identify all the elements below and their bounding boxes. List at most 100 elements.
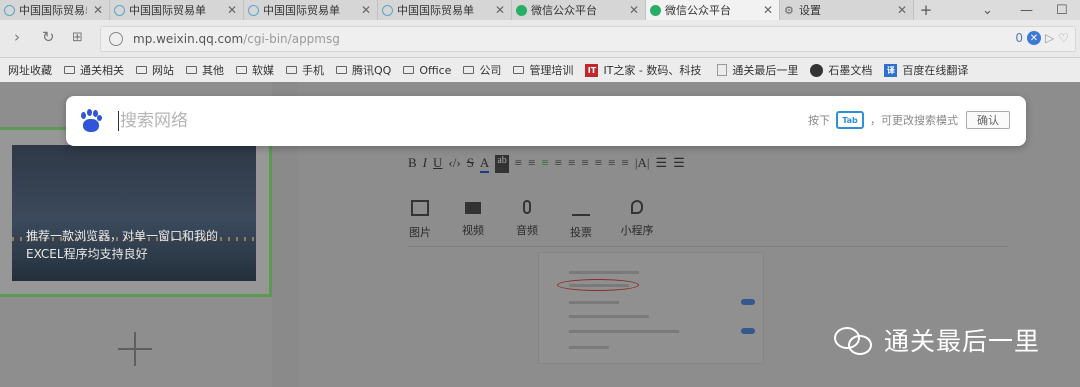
miniprogram-icon [631, 200, 643, 214]
bookmark-folder[interactable]: 软媒 [236, 62, 274, 78]
highlight-button[interactable]: ab [495, 155, 509, 173]
bookmark-folder[interactable]: 网站 [136, 62, 174, 78]
folder-icon [186, 66, 197, 74]
insert-video-button[interactable]: 视频 [443, 200, 503, 238]
watermark: 通关最后一里 [834, 322, 1040, 358]
favorite-heart-icon[interactable]: ♡ [1058, 31, 1069, 45]
bookmark-folder[interactable]: 公司 [463, 62, 501, 78]
bookmark-item[interactable]: IT IT之家 - 数码、科技 [585, 62, 701, 78]
code-button[interactable]: ‹/› [448, 155, 460, 173]
hint-suffix: ，可更改搜索模式 [870, 114, 958, 127]
justify-all-button[interactable]: ≡ [581, 155, 588, 173]
ordered-list-button[interactable]: ☰ [673, 155, 685, 173]
insert-image-button[interactable]: 图片 [390, 200, 450, 240]
paw-toe [97, 115, 102, 121]
url-text[interactable]: mp.weixin.qq.com/cgi-bin/appmsg [133, 32, 340, 46]
minimize-icon[interactable]: — [1020, 0, 1033, 20]
bookmark-folder[interactable]: 其他 [186, 62, 224, 78]
paragraph-after-button[interactable]: ≡ [622, 155, 629, 173]
bookmark-folder[interactable]: 腾讯QQ [336, 62, 391, 78]
close-icon[interactable]: ✕ [361, 3, 371, 17]
bookmark-label: IT之家 - 数码、科技 [603, 64, 702, 77]
close-icon[interactable]: ✕ [897, 3, 907, 17]
tab-key-icon: Tab [836, 111, 864, 129]
bookmark-folder[interactable]: 管理培训 [513, 62, 573, 78]
browser-tab[interactable]: 中国国际贸易单 ✕ [244, 0, 378, 20]
editor-divider [408, 246, 1008, 247]
screenshot-row [569, 301, 619, 304]
paw-toe [81, 112, 86, 119]
article-card[interactable]: 推荐一款浏览器，对单一窗口和我的EXCEL程序均支持良好 [0, 127, 272, 297]
paragraph-before-button[interactable]: ≡ [608, 155, 615, 173]
letter-spacing-button[interactable]: |A| [635, 155, 650, 173]
blocker-icon[interactable]: ✕ [1027, 31, 1041, 45]
bookmark-label: 手机 [302, 64, 324, 77]
confirm-button[interactable]: 确认 [966, 111, 1010, 129]
toggle-switch [741, 328, 755, 334]
bookmark-item[interactable]: 石墨文档 [810, 62, 872, 78]
baidu-paw-icon [80, 109, 102, 133]
close-icon[interactable]: ✕ [227, 3, 237, 17]
bookmark-folder[interactable]: 通关相关 [64, 62, 124, 78]
bookmark-item[interactable]: 网址收藏 [8, 62, 52, 78]
tab-label: 微信公众平台 [531, 4, 597, 17]
insert-label: 图片 [409, 226, 431, 239]
indent-button[interactable]: ≡ [515, 155, 522, 173]
insert-vote-button[interactable]: 投票 [551, 200, 611, 240]
unordered-list-button[interactable]: ☰ [655, 155, 667, 173]
add-article-button[interactable] [100, 314, 170, 384]
align-left-button[interactable]: ≡ [528, 155, 535, 173]
audio-icon [523, 200, 531, 214]
bookmark-label: 管理培训 [529, 64, 574, 77]
apps-grid-icon[interactable]: ⊞ [72, 30, 83, 45]
justify-button[interactable]: ≡ [568, 155, 575, 173]
bookmark-folder[interactable]: Office [403, 64, 451, 77]
new-tab-button[interactable]: + [914, 0, 938, 20]
image-icon [411, 200, 429, 216]
close-icon[interactable]: ✕ [763, 3, 773, 17]
toggle-switch [741, 299, 755, 305]
bookmark-item[interactable]: 通关最后一里 [717, 62, 798, 78]
bookmark-folder[interactable]: 手机 [286, 62, 324, 78]
embedded-screenshot [538, 252, 764, 364]
site-info-icon[interactable] [109, 32, 123, 46]
browser-tab[interactable]: 中国国际贸易单 ✕ [110, 0, 244, 20]
browser-tab[interactable]: ⚙ 设置 ✕ [780, 0, 914, 20]
shimo-icon [810, 63, 824, 77]
close-icon[interactable]: ✕ [93, 3, 103, 17]
folder-icon [513, 66, 525, 74]
search-mode-hint: 按下 Tab ，可更改搜索模式 确认 [808, 111, 1010, 129]
url-actions: 0 ✕ ▷ ♡ [1015, 31, 1069, 45]
vote-icon [572, 200, 590, 216]
align-right-button[interactable]: ≡ [555, 155, 562, 173]
maximize-icon[interactable]: ☐ [1056, 0, 1068, 20]
font-color-button[interactable]: A [479, 155, 490, 173]
play-icon[interactable]: ▷ [1045, 31, 1054, 45]
wechat-icon [834, 325, 872, 355]
browser-tab[interactable]: 中国国际贸易单 ✕ [0, 0, 110, 20]
url-path: /cgi-bin/appmsg [243, 32, 340, 46]
browser-tab[interactable]: 微信公众平台 ✕ [512, 0, 646, 20]
line-spacing-button[interactable]: ≡ [595, 155, 602, 173]
wechat-icon [650, 4, 661, 16]
bold-button[interactable]: B [408, 155, 417, 173]
globe-icon [248, 4, 259, 16]
browser-tab[interactable]: 中国国际贸易单 ✕ [378, 0, 512, 20]
insert-miniprogram-button[interactable]: 小程序 [607, 200, 667, 238]
tab-list-chevron-icon[interactable]: ⌄ [982, 0, 993, 20]
align-center-button[interactable]: ≡ [541, 155, 548, 173]
close-icon[interactable]: ✕ [495, 3, 505, 17]
bookmark-item[interactable]: 译百度在线翻译 [884, 62, 968, 78]
search-input[interactable] [120, 106, 720, 136]
underline-button[interactable]: U [433, 155, 442, 173]
folder-icon [403, 66, 415, 74]
url-field[interactable]: mp.weixin.qq.com/cgi-bin/appmsg 0 ✕ ▷ ♡ [100, 26, 1076, 52]
forward-icon[interactable]: › [14, 28, 20, 46]
reload-icon[interactable]: ↻ [42, 28, 55, 46]
browser-tab-active[interactable]: 微信公众平台 ✕ [646, 0, 780, 20]
strikethrough-button[interactable]: S [467, 155, 474, 173]
format-toolbar: B I U ‹/› S A ab ≡ ≡ ≡ ≡ ≡ ≡ ≡ ≡ ≡ |A| ☰… [408, 155, 685, 173]
close-icon[interactable]: ✕ [629, 3, 639, 17]
insert-audio-button[interactable]: 音频 [497, 200, 557, 238]
italic-button[interactable]: I [423, 155, 427, 173]
